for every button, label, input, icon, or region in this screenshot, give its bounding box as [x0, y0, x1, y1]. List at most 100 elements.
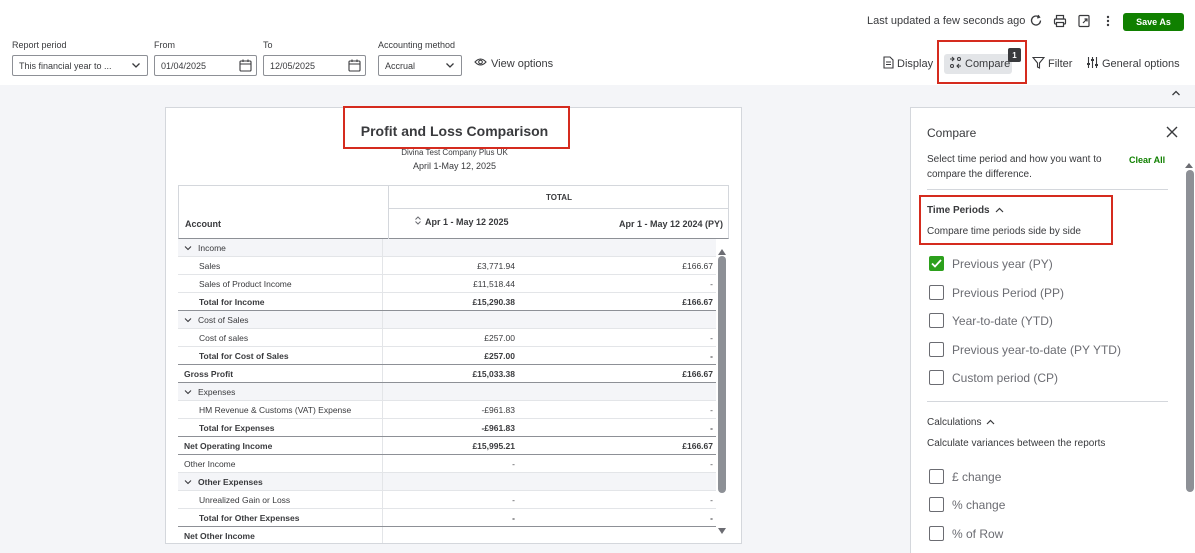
calculations-toggle[interactable]: Calculations: [927, 417, 995, 428]
export-icon[interactable]: [1075, 12, 1093, 30]
option-year-to-date[interactable]: Year-to-date (YTD): [929, 313, 1053, 328]
display-button[interactable]: Display: [883, 56, 933, 72]
option-percent-of-row[interactable]: % of Row: [929, 526, 1003, 541]
row-value-previous[interactable]: -: [710, 513, 713, 523]
company-name: Divina Test Company Plus UK: [401, 148, 508, 157]
row-value-current[interactable]: £257.00: [484, 333, 515, 343]
chevron-down-icon[interactable]: [184, 477, 192, 487]
row-name: HM Revenue & Customs (VAT) Expense: [199, 405, 352, 415]
sort-icon[interactable]: [415, 216, 421, 227]
table-row[interactable]: Gross Profit £15,033.38 £166.67: [178, 365, 716, 383]
view-options-button[interactable]: View options: [474, 57, 553, 70]
time-periods-highlight-box: [919, 195, 1113, 245]
option-custom-period[interactable]: Custom period (CP): [929, 370, 1058, 385]
print-icon[interactable]: [1051, 12, 1069, 30]
table-row[interactable]: Total for Other Expenses - -: [178, 509, 716, 527]
account-column-header[interactable]: Account: [185, 219, 221, 229]
from-date-field[interactable]: 01/04/2025: [154, 55, 257, 76]
document-icon: [883, 56, 894, 72]
checkbox[interactable]: [929, 370, 944, 385]
row-value-current[interactable]: -: [512, 495, 515, 505]
row-value-current[interactable]: -: [512, 513, 515, 523]
option-previous-year[interactable]: Previous year (PY): [929, 256, 1053, 271]
general-options-label: General options: [1102, 58, 1180, 70]
table-row[interactable]: Unrealized Gain or Loss - -: [178, 491, 716, 509]
checkbox[interactable]: [929, 313, 944, 328]
close-icon[interactable]: [1165, 125, 1181, 141]
row-value-previous[interactable]: -: [710, 351, 713, 361]
table-row[interactable]: Total for Expenses -£961.83 -: [178, 419, 716, 437]
row-value-current[interactable]: £15,290.38: [472, 297, 515, 307]
current-period-column-header[interactable]: Apr 1 - May 12 2025: [415, 216, 509, 227]
row-value-current[interactable]: -£961.83: [481, 423, 515, 433]
calendar-icon[interactable]: [348, 59, 361, 74]
compare-highlight-box: [937, 40, 1027, 84]
table-row[interactable]: Other Expenses: [178, 473, 716, 491]
row-value-previous[interactable]: -: [710, 423, 713, 433]
to-date-field[interactable]: 12/05/2025: [263, 55, 366, 76]
panel-scrollbar[interactable]: [1186, 170, 1194, 492]
row-value-previous[interactable]: -: [710, 405, 713, 415]
option-previous-year-to-date[interactable]: Previous year-to-date (PY YTD): [929, 342, 1121, 357]
row-value-previous[interactable]: -: [710, 459, 713, 469]
table-row[interactable]: Net Operating Income £15,995.21 £166.67: [178, 437, 716, 455]
option-pound-change[interactable]: £ change: [929, 469, 1001, 484]
calendar-icon[interactable]: [239, 59, 252, 74]
chevron-up-icon: [986, 417, 995, 428]
row-value-current[interactable]: -: [512, 459, 515, 469]
scroll-down-arrow-icon[interactable]: [717, 522, 727, 540]
checkbox[interactable]: [929, 526, 944, 541]
chevron-down-icon[interactable]: [184, 243, 192, 253]
table-row[interactable]: Cost of Sales: [178, 311, 716, 329]
table-row[interactable]: HM Revenue & Customs (VAT) Expense -£961…: [178, 401, 716, 419]
row-name: Total for Expenses: [199, 423, 275, 433]
chevron-up-icon[interactable]: [1166, 85, 1186, 100]
report-period-select[interactable]: This financial year to ...: [12, 55, 148, 76]
row-value-previous[interactable]: £166.67: [682, 297, 713, 307]
more-icon[interactable]: [1099, 12, 1117, 30]
table-row[interactable]: Sales of Product Income £11,518.44 -: [178, 275, 716, 293]
clear-all-link[interactable]: Clear All: [1129, 155, 1165, 165]
save-as-button[interactable]: Save As: [1123, 13, 1184, 31]
table-row[interactable]: Sales £3,771.94 £166.67: [178, 257, 716, 275]
checkbox[interactable]: [929, 285, 944, 300]
table-row[interactable]: Income: [178, 239, 716, 257]
filter-button[interactable]: Filter: [1031, 56, 1072, 72]
option-percent-change[interactable]: % change: [929, 497, 1005, 512]
table-row[interactable]: Cost of sales £257.00 -: [178, 329, 716, 347]
report-scrollbar[interactable]: [718, 256, 726, 493]
row-value-previous[interactable]: -: [710, 495, 713, 505]
option-previous-period[interactable]: Previous Period (PP): [929, 285, 1064, 300]
checkbox[interactable]: [929, 497, 944, 512]
row-value-previous[interactable]: -: [710, 279, 713, 289]
accounting-method-select[interactable]: Accrual: [378, 55, 462, 76]
table-row[interactable]: Expenses: [178, 383, 716, 401]
table-row[interactable]: Total for Cost of Sales £257.00 -: [178, 347, 716, 365]
row-value-previous[interactable]: £166.67: [682, 441, 713, 451]
table-row[interactable]: Net Other Income: [178, 527, 716, 543]
checkbox[interactable]: [929, 469, 944, 484]
previous-year-column-header[interactable]: Apr 1 - May 12 2024 (PY): [619, 219, 723, 229]
to-label: To: [263, 40, 273, 50]
refresh-icon[interactable]: [1027, 12, 1045, 30]
checkbox-checked[interactable]: [929, 256, 944, 271]
row-value-current[interactable]: £257.00: [484, 351, 515, 361]
general-options-button[interactable]: General options: [1086, 56, 1180, 72]
row-value-current[interactable]: £15,995.21: [472, 441, 515, 451]
report-period-value: This financial year to ...: [19, 60, 112, 71]
row-value-current[interactable]: -£961.83: [481, 405, 515, 415]
accounting-method-label: Accounting method: [378, 40, 456, 50]
chevron-down-icon[interactable]: [184, 387, 192, 397]
calculations-subtitle: Calculate variances between the reports: [927, 438, 1106, 449]
row-value-previous[interactable]: -: [710, 333, 713, 343]
chevron-down-icon[interactable]: [184, 315, 192, 325]
row-value-previous[interactable]: £166.67: [682, 261, 713, 271]
header-divider: [388, 209, 389, 239]
checkbox[interactable]: [929, 342, 944, 357]
row-value-previous[interactable]: £166.67: [682, 369, 713, 379]
row-value-current[interactable]: £3,771.94: [477, 261, 515, 271]
row-value-current[interactable]: £15,033.38: [472, 369, 515, 379]
table-row[interactable]: Total for Income £15,290.38 £166.67: [178, 293, 716, 311]
row-value-current[interactable]: £11,518.44: [473, 279, 515, 289]
table-row[interactable]: Other Income - -: [178, 455, 716, 473]
